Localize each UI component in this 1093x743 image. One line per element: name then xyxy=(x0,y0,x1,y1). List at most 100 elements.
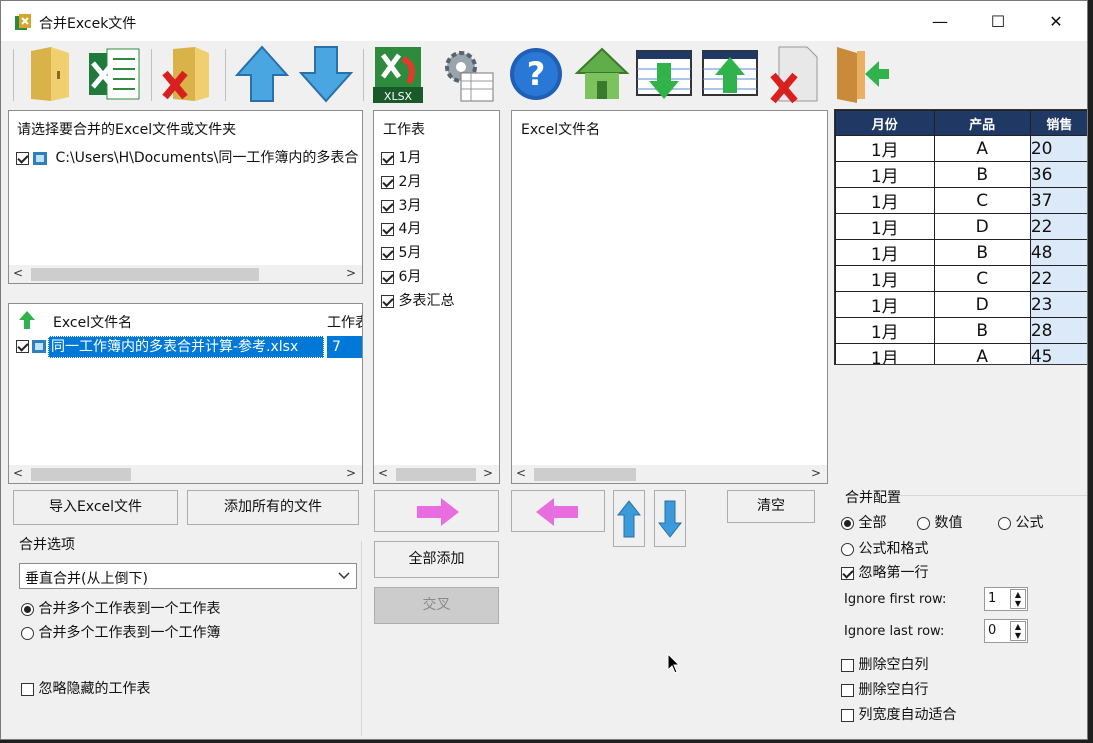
clear-button[interactable]: 清空 xyxy=(727,490,815,523)
radio-button[interactable] xyxy=(998,516,1011,530)
checkbox[interactable] xyxy=(841,566,854,580)
merge-to-sheet-option[interactable]: 合并多个工作表到一个工作表 xyxy=(21,598,220,618)
source-panel: 请选择要合并的Excel文件或文件夹 C:\Users\H\Documents\… xyxy=(8,110,363,284)
sheet-item-7[interactable]: 多表汇总 xyxy=(381,290,454,310)
sheet-item-4[interactable]: 4月 xyxy=(381,218,421,238)
scroll-thumb[interactable] xyxy=(31,268,259,281)
stepper-down-icon[interactable]: ▼ xyxy=(1011,599,1025,608)
sheet-checkbox[interactable] xyxy=(381,270,394,284)
export-sheet-icon[interactable] xyxy=(701,43,759,105)
ignore-hidden-sheets-option[interactable]: 忽略隐藏的工作表 xyxy=(21,678,150,698)
sheet-item-3[interactable]: 3月 xyxy=(381,195,421,215)
export-xlsx-icon[interactable]: XLSX xyxy=(369,43,427,105)
stepper-down-icon[interactable]: ▼ xyxy=(1011,631,1025,640)
stepper-up-icon[interactable]: ▲ xyxy=(1011,590,1025,599)
source-item-checkbox[interactable] xyxy=(16,151,29,165)
maximize-button[interactable]: ☐ xyxy=(983,9,1013,35)
config-formula-option[interactable]: 公式 xyxy=(998,512,1043,532)
import-sheet-icon[interactable] xyxy=(635,43,693,105)
cross-button[interactable]: 交叉 xyxy=(374,587,499,624)
sheet-checkbox[interactable] xyxy=(381,246,394,260)
remove-folder-icon[interactable] xyxy=(159,43,217,105)
sheet-item-5[interactable]: 5月 xyxy=(381,242,421,262)
preview-cell: 37 xyxy=(1029,187,1087,214)
ignore-first-row-value: 1 xyxy=(988,591,997,606)
import-excel-button[interactable]: 导入Excel文件 xyxy=(13,490,178,525)
move-up-icon[interactable] xyxy=(233,43,291,105)
excel-file-icon[interactable] xyxy=(85,43,143,105)
source-item[interactable]: C:\Users\H\Documents\同一工作簿内的多表合 xyxy=(16,147,358,167)
delete-blank-cols-option[interactable]: 删除空白列 xyxy=(841,654,928,674)
green-up-arrow-icon[interactable] xyxy=(19,311,35,329)
sheet-item-6[interactable]: 6月 xyxy=(381,266,421,286)
add-all-button[interactable]: 全部添加 xyxy=(374,541,499,578)
file-row-checkbox[interactable] xyxy=(16,340,29,353)
sheet-checkbox[interactable] xyxy=(381,175,394,189)
scroll-left-icon[interactable]: < xyxy=(516,466,526,480)
stepper-buttons[interactable]: ▲ ▼ xyxy=(1010,621,1026,641)
autofit-cols-option[interactable]: 列宽度自动适合 xyxy=(841,704,956,724)
preview-header-cell: 产品 xyxy=(933,110,1031,136)
horizontal-scrollbar[interactable]: < > xyxy=(374,465,499,483)
sheet-item-2[interactable]: 2月 xyxy=(381,171,421,191)
move-down-icon[interactable] xyxy=(297,43,355,105)
scroll-thumb[interactable] xyxy=(31,468,131,481)
horizontal-scrollbar[interactable]: < > xyxy=(9,265,362,283)
ignore-first-row-option[interactable]: 忽略第一行 xyxy=(841,562,928,582)
close-button[interactable]: ✕ xyxy=(1041,9,1071,35)
radio-button[interactable] xyxy=(21,626,34,640)
move-up-button[interactable] xyxy=(613,490,645,547)
add-all-files-button[interactable]: 添加所有的文件 xyxy=(187,490,359,525)
sheet-checkbox[interactable] xyxy=(381,151,394,165)
checkbox[interactable] xyxy=(21,682,34,696)
add-right-button[interactable] xyxy=(374,490,499,532)
radio-button[interactable] xyxy=(917,516,930,530)
config-formula-format-option[interactable]: 公式和格式 xyxy=(841,538,928,558)
settings-icon[interactable] xyxy=(439,43,497,105)
merge-to-workbook-option[interactable]: 合并多个工作表到一个工作簿 xyxy=(21,622,220,642)
config-all-option[interactable]: 全部 xyxy=(841,512,886,532)
delete-blank-rows-option[interactable]: 删除空白行 xyxy=(841,679,928,699)
scroll-right-icon[interactable]: > xyxy=(346,266,356,280)
sheet-label: 2月 xyxy=(398,174,422,190)
horizontal-scrollbar[interactable]: < > xyxy=(512,465,827,483)
radio-button[interactable] xyxy=(841,542,854,556)
checkbox[interactable] xyxy=(841,658,854,672)
move-down-button[interactable] xyxy=(654,490,686,547)
ignore-last-row-stepper[interactable]: 0 ▲ ▼ xyxy=(984,619,1028,643)
file-row[interactable]: 同一工作簿内的多表合并计算-参考.xlsx 7 xyxy=(16,336,362,358)
scroll-left-icon[interactable]: < xyxy=(378,466,388,480)
minimize-button[interactable]: — xyxy=(925,9,955,35)
scroll-left-icon[interactable]: < xyxy=(13,266,23,280)
checkbox[interactable] xyxy=(841,683,854,697)
column-header-name[interactable]: Excel文件名 xyxy=(53,312,132,332)
column-header-sheets[interactable]: 工作表 xyxy=(327,312,362,332)
stepper-buttons[interactable]: ▲ ▼ xyxy=(1010,589,1026,609)
preview-table: 月份 产品 销售 1月 A 20 1月 B 36 1月 C 37 1月 D 22 1月 B 48 1… xyxy=(835,110,1087,364)
radio-button[interactable] xyxy=(841,516,854,530)
radio-button[interactable] xyxy=(21,602,34,616)
merge-mode-select[interactable]: 垂直合并(从上倒下) xyxy=(19,563,357,589)
sheet-checkbox[interactable] xyxy=(381,222,394,236)
checkbox[interactable] xyxy=(841,708,854,722)
sheet-item-1[interactable]: 1月 xyxy=(381,147,421,167)
delete-file-icon[interactable] xyxy=(767,43,825,105)
scroll-right-icon[interactable]: > xyxy=(811,466,821,480)
stepper-up-icon[interactable]: ▲ xyxy=(1011,622,1025,631)
horizontal-scrollbar[interactable]: < > xyxy=(9,465,362,483)
sheet-checkbox[interactable] xyxy=(381,199,394,213)
sheet-checkbox[interactable] xyxy=(381,294,394,308)
remove-left-button[interactable] xyxy=(511,490,605,532)
config-values-option[interactable]: 数值 xyxy=(917,512,962,532)
scroll-right-icon[interactable]: > xyxy=(346,466,356,480)
help-icon[interactable]: ? xyxy=(507,43,565,105)
scroll-left-icon[interactable]: < xyxy=(13,466,23,480)
source-item-path: C:\Users\H\Documents\同一工作簿内的多表合 xyxy=(55,150,359,166)
home-icon[interactable] xyxy=(573,43,631,105)
ignore-first-row-stepper[interactable]: 1 ▲ ▼ xyxy=(984,587,1028,611)
scroll-thumb[interactable] xyxy=(396,468,476,481)
exit-icon[interactable] xyxy=(831,43,891,105)
scroll-thumb[interactable] xyxy=(534,468,636,481)
scroll-right-icon[interactable]: > xyxy=(483,466,493,480)
open-folder-icon[interactable] xyxy=(21,43,79,105)
